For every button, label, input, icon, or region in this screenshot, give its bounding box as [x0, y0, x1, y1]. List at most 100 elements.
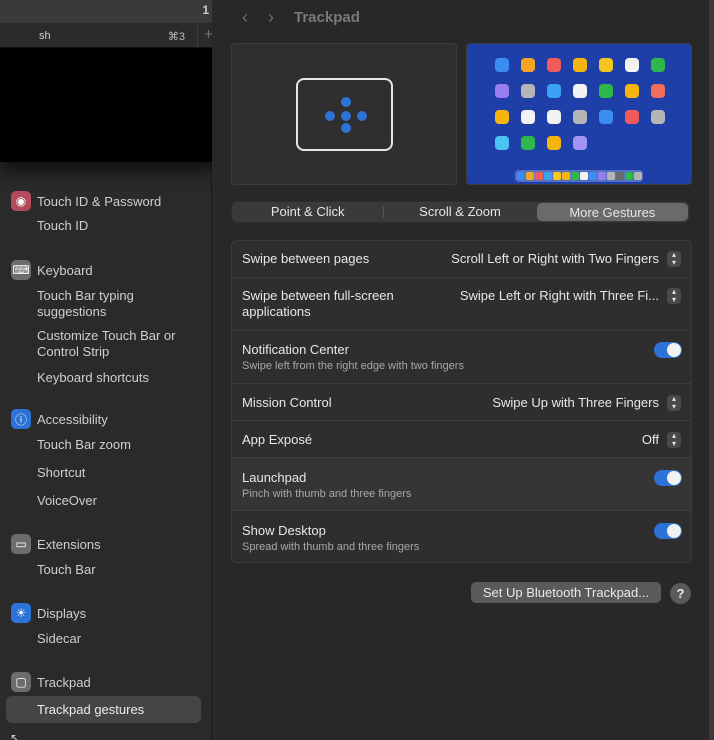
sidebar-item-keyboard-shortcuts[interactable]: Keyboard shortcuts: [0, 370, 212, 386]
set-up-bluetooth-trackpad-button[interactable]: Set Up Bluetooth Trackpad...: [471, 582, 661, 603]
setting-label: Mission Control: [242, 395, 332, 410]
dock-icon: [607, 172, 615, 180]
finger-dot: [341, 97, 351, 107]
sidebar-item-voiceover[interactable]: VoiceOver: [0, 493, 212, 509]
keyboard-icon: ⌨: [11, 260, 31, 280]
sidebar-item-label: Accessibility: [37, 411, 108, 427]
terminal-titlebar[interactable]: 1: [0, 0, 219, 24]
notification-center-toggle[interactable]: [654, 342, 682, 358]
sidebar-item-touch-id[interactable]: Touch ID: [0, 218, 212, 234]
sidebar-item-label: Touch ID & Password: [37, 193, 162, 209]
setting-description: Pinch with thumb and three fingers: [242, 488, 412, 500]
terminal-window[interactable]: 1 sh ⌘3 +: [0, 0, 219, 162]
dock-icon: [571, 172, 579, 180]
popup-stepper-icon[interactable]: ▴ ▾: [667, 432, 681, 448]
trackpad-icon: ▢: [11, 672, 31, 692]
app-icon: [651, 84, 665, 98]
trackpad-preview: [231, 43, 457, 185]
swipe-pages-popup[interactable]: Scroll Left or Right with Two Fingers: [451, 251, 659, 266]
setting-description: Swipe left from the right edge with two …: [242, 360, 464, 372]
app-icon: [651, 58, 665, 72]
sidebar-item-touch-bar-zoom[interactable]: Touch Bar zoom: [0, 437, 212, 453]
setting-label: Swipe between full-screen applications: [242, 288, 394, 319]
sidebar-item-customize-touch-bar[interactable]: Customize Touch Bar or Control Strip: [0, 328, 180, 360]
popup-stepper-icon[interactable]: ▴ ▾: [667, 288, 681, 304]
app-icon: [599, 58, 613, 72]
sidebar-item-trackpad-gestures[interactable]: Trackpad gestures: [6, 696, 201, 723]
accessibility-icon: ⓘ: [11, 409, 31, 429]
setting-description: Spread with thumb and three fingers: [242, 541, 420, 553]
dock-icon: [580, 172, 588, 180]
page-title: Trackpad: [294, 8, 360, 26]
tab-shortcut: ⌘3: [167, 31, 185, 43]
app-expose-popup[interactable]: Off: [642, 432, 659, 447]
back-button[interactable]: ‹: [232, 6, 258, 28]
displays-icon: ☀: [11, 603, 31, 623]
setting-row-swipe-fullscreen-apps: Swipe between full-screen applications S…: [232, 278, 691, 331]
tab-more-gestures[interactable]: More Gestures: [536, 203, 688, 221]
finger-dot: [325, 111, 335, 121]
app-icon: [547, 110, 561, 124]
sidebar-item-trackpad[interactable]: ▢ Trackpad: [0, 670, 212, 694]
tab-scroll-zoom[interactable]: Scroll & Zoom: [384, 202, 535, 222]
sidebar-section-extensions: ▭ Extensions Touch Bar: [0, 532, 212, 578]
app-icon: [599, 110, 613, 124]
sidebar-item-touch-bar[interactable]: Touch Bar: [0, 562, 212, 578]
setting-row-swipe-between-pages: Swipe between pages Scroll Left or Right…: [232, 241, 691, 278]
tab-point-click[interactable]: Point & Click: [232, 202, 383, 222]
dock-icon: [589, 172, 597, 180]
dock-icon: [544, 172, 552, 180]
app-icon: [495, 58, 509, 72]
app-icon: [573, 110, 587, 124]
sidebar-section-keyboard: ⌨ Keyboard Touch Bar typing suggestions …: [0, 258, 212, 386]
terminal-content[interactable]: [0, 48, 219, 162]
popup-stepper-icon[interactable]: ▴ ▾: [667, 251, 681, 267]
sidebar-item-sidecar[interactable]: Sidecar: [0, 631, 212, 647]
show-desktop-toggle[interactable]: [654, 523, 682, 539]
mouse-cursor-icon: ↖: [10, 731, 21, 740]
app-icon: [625, 110, 639, 124]
popup-stepper-icon[interactable]: ▴ ▾: [667, 395, 681, 411]
background-window-edge: [709, 0, 714, 740]
sidebar-item-touch-bar-typing-suggestions[interactable]: Touch Bar typing suggestions: [0, 288, 170, 320]
toggle-knob: [667, 343, 681, 357]
sidebar-item-displays[interactable]: ☀ Displays: [0, 601, 212, 625]
sidebar-item-label: Trackpad: [37, 674, 91, 690]
launchpad-toggle[interactable]: [654, 470, 682, 486]
dock-icon: [598, 172, 606, 180]
window-number: 1: [202, 3, 209, 17]
app-icon: [521, 136, 535, 150]
app-icon: [573, 58, 587, 72]
finger-dot: [357, 111, 367, 121]
dock-icon: [625, 172, 633, 180]
app-icon: [625, 84, 639, 98]
sidebar-item-keyboard[interactable]: ⌨ Keyboard: [0, 258, 212, 282]
sidebar-item-accessibility[interactable]: ⓘ Accessibility: [0, 407, 212, 431]
setting-label: Launchpad: [242, 470, 307, 485]
toggle-knob: [667, 524, 681, 538]
app-icon: [599, 84, 613, 98]
sidebar-item-touch-id-password[interactable]: ◉ Touch ID & Password: [0, 189, 212, 213]
terminal-tab[interactable]: sh ⌘3 +: [0, 24, 219, 48]
gesture-settings-list: Swipe between pages Scroll Left or Right…: [231, 240, 692, 563]
sidebar-section-accessibility: ⓘ Accessibility Touch Bar zoom Shortcut …: [0, 407, 212, 509]
sidebar-item-extensions[interactable]: ▭ Extensions: [0, 532, 212, 556]
setting-label: Show Desktop: [242, 523, 326, 538]
toggle-knob: [667, 471, 681, 485]
dock-icon: [526, 172, 534, 180]
mission-control-popup[interactable]: Swipe Up with Three Fingers: [492, 395, 659, 410]
dock: [515, 170, 643, 182]
dock-icon: [535, 172, 543, 180]
swipe-fullscreen-popup[interactable]: Swipe Left or Right with Three Fi...: [460, 288, 659, 303]
app-icon: [573, 84, 587, 98]
dock-icon: [634, 172, 642, 180]
fingerprint-icon: ◉: [11, 191, 31, 211]
main-pane: ‹ › Trackpad Point & Click Scroll & Zoom…: [212, 0, 714, 740]
app-icon: [547, 84, 561, 98]
setting-label: Swipe between pages: [242, 251, 370, 266]
forward-button[interactable]: ›: [258, 6, 284, 28]
sidebar-item-shortcut[interactable]: Shortcut: [0, 465, 212, 481]
help-button[interactable]: ?: [670, 583, 691, 604]
app-icon: [495, 84, 509, 98]
setting-row-launchpad: Launchpad Pinch with thumb and three fin…: [232, 458, 691, 511]
